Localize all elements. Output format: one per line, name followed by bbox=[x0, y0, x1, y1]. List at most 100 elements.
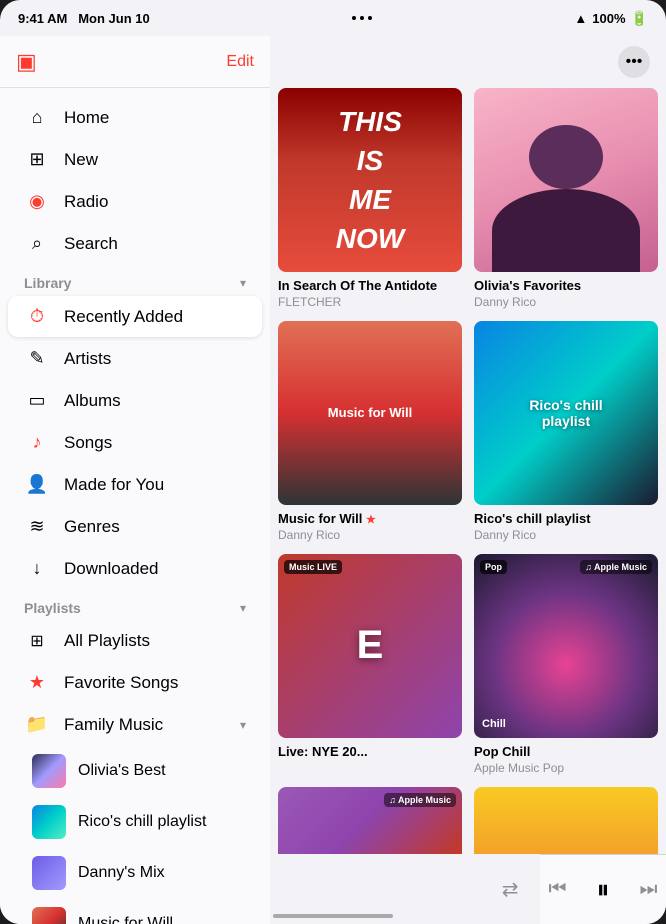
shuffle-button[interactable]: ⇄ bbox=[502, 872, 519, 908]
favorite-songs-icon: ★ bbox=[24, 672, 50, 693]
sidebar-header: ▣ Edit bbox=[0, 36, 270, 88]
ipad-frame: 9:41 AM Mon Jun 10 ▲ 100% 🔋 ▣ Edit ⌂ bbox=[0, 0, 666, 924]
prev-button[interactable]: ⏮ bbox=[549, 872, 567, 908]
nav-label-songs: Songs bbox=[64, 433, 112, 453]
album-card-live[interactable]: Music LIVE E Live: NYE 20... bbox=[278, 554, 462, 775]
sub-item-music-for-will[interactable]: Music for Will bbox=[8, 899, 262, 924]
album-title-live: Live: NYE 20... bbox=[278, 744, 462, 761]
home-icon: ⌂ bbox=[24, 107, 50, 128]
right-panel: ••• THISISMENOW In Search Of The Antidot… bbox=[270, 36, 666, 924]
dot2 bbox=[360, 16, 364, 20]
nav-item-songs[interactable]: ♪ Songs bbox=[8, 422, 262, 463]
nav-item-new[interactable]: ⊞ New bbox=[8, 139, 262, 180]
nav-item-made-for-you[interactable]: 👤 Made for You bbox=[8, 464, 262, 505]
album-card-olivias-favorites[interactable]: Olivia's Favorites Danny Rico bbox=[474, 88, 658, 309]
olivia-avatar-art bbox=[474, 88, 658, 272]
album-card-antidote[interactable]: THISISMENOW In Search Of The Antidote FL… bbox=[278, 88, 462, 309]
sub-item-olivias-best[interactable]: Olivia's Best bbox=[8, 746, 262, 796]
album-art-olivias-favorites bbox=[474, 88, 658, 272]
nav-item-downloaded[interactable]: ↓ Downloaded bbox=[8, 548, 262, 589]
shuffle-icon: ⇄ bbox=[502, 877, 519, 902]
album-title-musicwill: Music for Will ★ bbox=[278, 511, 462, 528]
nav-label-new: New bbox=[64, 150, 98, 170]
album-title-rico-playlist: Rico's chill playlist bbox=[474, 511, 658, 528]
status-time: 9:41 AM Mon Jun 10 bbox=[18, 11, 150, 26]
nav-item-search[interactable]: ⌕ Search bbox=[8, 223, 262, 264]
status-right: ▲ 100% 🔋 bbox=[574, 10, 648, 27]
nav-label-recently-added: Recently Added bbox=[64, 307, 183, 327]
apple-music-badge-room: ♫ Apple Music bbox=[384, 793, 456, 807]
nav-item-artists[interactable]: ✎ Artists bbox=[8, 338, 262, 379]
sub-label-music-for-will: Music for Will bbox=[78, 915, 173, 924]
album-card-pop-chill[interactable]: Pop ♫ Apple Music Chill Pop Chill Apple … bbox=[474, 554, 658, 775]
nav-label-search: Search bbox=[64, 234, 118, 254]
status-center bbox=[352, 16, 372, 20]
sub-label-olivias-best: Olivia's Best bbox=[78, 762, 166, 780]
album-art-antidote: THISISMENOW bbox=[278, 88, 462, 272]
nav-item-home[interactable]: ⌂ Home bbox=[8, 97, 262, 138]
nav-label-downloaded: Downloaded bbox=[64, 559, 159, 579]
album-art-in-my-room: ♫ Apple Music bbox=[278, 787, 462, 854]
sub-label-dannys-mix: Danny's Mix bbox=[78, 864, 165, 882]
nav-label-all-playlists: All Playlists bbox=[64, 631, 150, 651]
radio-icon: ◉ bbox=[24, 191, 50, 212]
library-section-header[interactable]: Library ▾ bbox=[8, 265, 262, 295]
album-title-olivias-favorites: Olivia's Favorites bbox=[474, 278, 658, 295]
songs-icon: ♪ bbox=[24, 432, 50, 453]
ricos-chill-thumb bbox=[32, 805, 66, 839]
album-art-pop-chill: Pop ♫ Apple Music Chill bbox=[474, 554, 658, 738]
nav-item-all-playlists[interactable]: ⊞ All Playlists bbox=[8, 621, 262, 661]
sub-label-ricos-chill: Rico's chill playlist bbox=[78, 813, 206, 831]
search-icon: ⌕ bbox=[24, 233, 50, 254]
next-button[interactable]: ⏭ bbox=[640, 872, 658, 908]
play-pause-icon: ⏸ bbox=[597, 874, 610, 906]
more-icon: ••• bbox=[626, 53, 643, 71]
live-badge: Music LIVE bbox=[284, 560, 342, 574]
prev-icon: ⏮ bbox=[549, 878, 567, 901]
nav-item-family-music[interactable]: 📁 Family Music ▾ bbox=[8, 704, 262, 745]
nav-label-artists: Artists bbox=[64, 349, 111, 369]
edit-button[interactable]: Edit bbox=[226, 53, 254, 71]
album-artist-rico-playlist: Danny Rico bbox=[474, 528, 658, 542]
nav-label-albums: Albums bbox=[64, 391, 121, 411]
olivias-best-thumb bbox=[32, 754, 66, 788]
playlists-section-header[interactable]: Playlists ▾ bbox=[8, 590, 262, 620]
album-card-yellow[interactable] bbox=[474, 787, 658, 854]
home-indicator bbox=[273, 914, 393, 918]
sidebar: ▣ Edit ⌂ Home ⊞ New ◉ Radio ⌕ bbox=[0, 36, 270, 924]
album-artist-olivias-favorites: Danny Rico bbox=[474, 295, 658, 309]
more-button[interactable]: ••• bbox=[618, 46, 650, 78]
all-playlists-icon: ⊞ bbox=[24, 631, 50, 651]
nav-label-family-music: Family Music bbox=[64, 715, 163, 735]
sub-item-ricos-chill[interactable]: Rico's chill playlist bbox=[8, 797, 262, 847]
playlists-label: Playlists bbox=[24, 600, 81, 616]
nav-label-radio: Radio bbox=[64, 192, 108, 212]
battery-icon: 🔋 bbox=[631, 10, 648, 27]
album-grid: THISISMENOW In Search Of The Antidote FL… bbox=[270, 88, 666, 854]
play-pause-button[interactable]: ⏸ bbox=[597, 872, 610, 908]
nav-item-albums[interactable]: ▭ Albums bbox=[8, 380, 262, 421]
sub-item-dannys-mix[interactable]: Danny's Mix bbox=[8, 848, 262, 898]
recently-added-icon: ⏱ bbox=[24, 306, 50, 327]
music-for-will-thumb bbox=[32, 907, 66, 924]
genres-icon: ≋ bbox=[24, 516, 50, 537]
album-card-musicwill[interactable]: Music for Will Music for Will ★ Danny Ri… bbox=[278, 321, 462, 542]
album-art-yellow bbox=[474, 787, 658, 854]
dot1 bbox=[352, 16, 356, 20]
family-music-icon: 📁 bbox=[24, 714, 50, 735]
nav-item-radio[interactable]: ◉ Radio bbox=[8, 181, 262, 222]
album-card-rico-playlist[interactable]: Rico's chillplaylist Rico's chill playli… bbox=[474, 321, 658, 542]
player-bar: ⇄ ⏮ ⏸ ⏭ ↻ bbox=[540, 854, 666, 924]
albums-icon: ▭ bbox=[24, 390, 50, 411]
nav-item-recently-added[interactable]: ⏱ Recently Added bbox=[8, 296, 262, 337]
battery-level: 100% bbox=[592, 11, 625, 26]
right-header: ••• bbox=[270, 36, 666, 88]
nav-item-favorite-songs[interactable]: ★ Favorite Songs bbox=[8, 662, 262, 703]
downloaded-icon: ↓ bbox=[24, 558, 50, 579]
nav-item-genres[interactable]: ≋ Genres bbox=[8, 506, 262, 547]
album-art-musicwill: Music for Will bbox=[278, 321, 462, 505]
album-artist-antidote: FLETCHER bbox=[278, 295, 462, 309]
album-card-in-my-room[interactable]: ♫ Apple Music In My Room Apple Music Pop bbox=[278, 787, 462, 854]
nav-label-home: Home bbox=[64, 108, 109, 128]
made-for-you-icon: 👤 bbox=[24, 474, 50, 495]
